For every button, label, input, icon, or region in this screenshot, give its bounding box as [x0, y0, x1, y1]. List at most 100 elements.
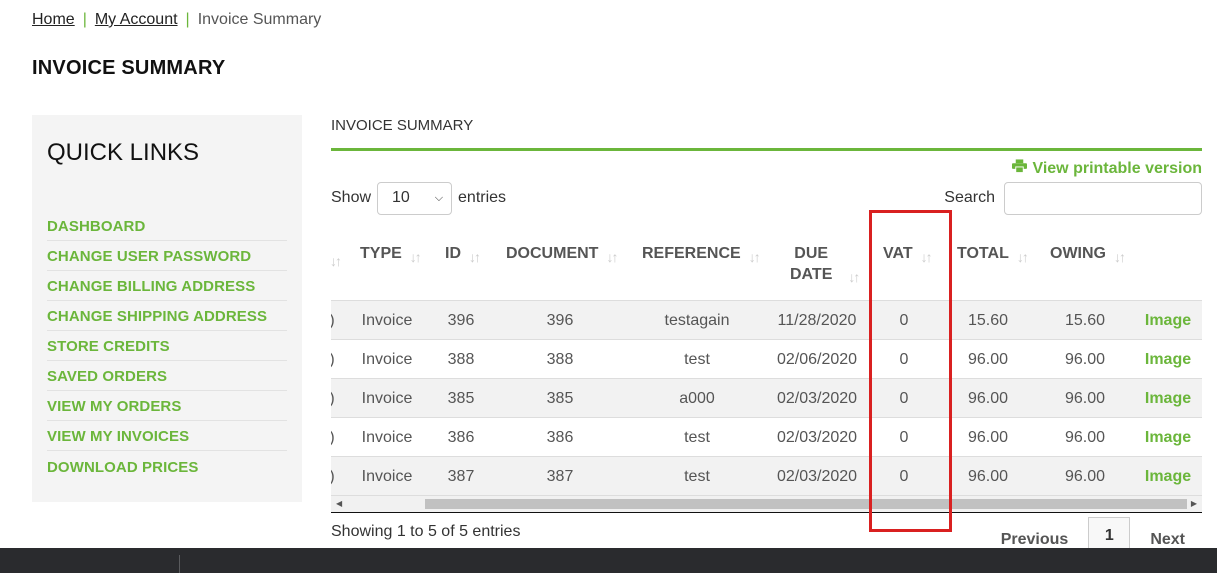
column-header-owing[interactable]: OWING ↓↑ [1050, 243, 1126, 268]
cell-reference: testagain [664, 311, 730, 329]
cell-due-date: 02/03/2020 [776, 467, 858, 485]
invoice-table: ↓↑ TYPE ↓↑ ID ↓↑ DOCUMENT ↓↑ REFERENCE ↓↑ DU… [331, 223, 1202, 513]
sidebar-item-change-billing: CHANGE BILLING ADDRESS [47, 271, 287, 301]
sidebar-item-store-credits: STORE CREDITS [47, 331, 287, 361]
sort-icon: ↓↑ [606, 249, 618, 265]
cell-owing: 96.00 [1064, 428, 1106, 446]
image-link[interactable]: Image [1138, 379, 1198, 418]
table-body: ) Invoice 396 396 testagain 11/28/2020 0… [331, 301, 1202, 496]
image-link[interactable]: Image [1138, 340, 1198, 379]
scroll-right-arrow-icon[interactable]: ▶ [1191, 499, 1197, 508]
sidebar-item-change-password: CHANGE USER PASSWORD [47, 241, 287, 271]
cell-total: 96.00 [967, 389, 1009, 407]
breadcrumb-home-link[interactable]: Home [32, 11, 75, 29]
cell-id: 396 [447, 311, 475, 329]
table-row: ) Invoice 386 386 test 02/03/2020 0 96.0… [331, 418, 1202, 457]
sidebar-link[interactable]: DASHBOARD [47, 218, 145, 235]
cell-due-date: 11/28/2020 [777, 311, 857, 329]
sort-icon: ↓↑ [469, 249, 481, 265]
sidebar-item-change-shipping: CHANGE SHIPPING ADDRESS [47, 301, 287, 331]
sidebar-link[interactable]: VIEW MY INVOICES [47, 428, 189, 445]
cell-total: 15.60 [967, 311, 1009, 329]
cell-due-date: 02/03/2020 [776, 389, 858, 407]
cell-document: 387 [546, 467, 574, 485]
view-printable-label: View printable version [1032, 159, 1202, 177]
sort-icon: ↓↑ [848, 269, 860, 285]
scroll-left-arrow-icon[interactable]: ◀ [336, 499, 342, 508]
cell-total: 96.00 [967, 350, 1009, 368]
cell-document: 386 [546, 428, 574, 446]
vat-column-highlight [869, 210, 952, 532]
table-bottom-border [331, 512, 1202, 513]
cell-owing: 15.60 [1064, 311, 1106, 329]
table-row: ) Invoice 388 388 test 02/06/2020 0 96.0… [331, 340, 1202, 379]
column-header-reference[interactable]: REFERENCE ↓↑ [642, 243, 761, 268]
printer-icon [1012, 159, 1028, 178]
cell-reference: test [684, 350, 710, 368]
entries-label: entries [458, 189, 507, 206]
due-label-line2: DATE [790, 266, 833, 283]
cell-type: Invoice [361, 389, 413, 407]
column-header-total[interactable]: TOTAL ↓↑ [957, 243, 1029, 268]
previous-button[interactable]: Previous [1001, 519, 1069, 549]
cell-owing: 96.00 [1064, 467, 1106, 485]
section-title: INVOICE SUMMARY [331, 115, 1202, 151]
table-info: Showing 1 to 5 of 5 entries [331, 523, 521, 540]
sidebar-list: DASHBOARD CHANGE USER PASSWORD CHANGE BI… [47, 211, 287, 481]
search-label: Search [944, 189, 995, 206]
cell-partial: ) [331, 457, 337, 496]
quick-links-sidebar: QUICK LINKS DASHBOARD CHANGE USER PASSWO… [32, 115, 302, 502]
sort-icon: ↓↑ [1114, 249, 1126, 265]
table-header: ↓↑ TYPE ↓↑ ID ↓↑ DOCUMENT ↓↑ REFERENCE ↓↑ DU… [331, 223, 1202, 301]
image-link[interactable]: Image [1138, 418, 1198, 457]
cell-due-date: 02/06/2020 [776, 350, 858, 368]
cell-type: Invoice [361, 428, 413, 446]
sidebar-link[interactable]: CHANGE USER PASSWORD [47, 248, 251, 265]
taskbar-divider [179, 555, 180, 573]
sidebar-link[interactable]: CHANGE BILLING ADDRESS [47, 278, 255, 295]
cell-total: 96.00 [967, 467, 1009, 485]
column-header-id[interactable]: ID ↓↑ [445, 243, 481, 268]
image-link[interactable]: Image [1138, 457, 1198, 496]
sidebar-title: QUICK LINKS [47, 139, 200, 166]
sidebar-item-saved-orders: SAVED ORDERS [47, 361, 287, 391]
search-input[interactable] [1004, 181, 1202, 215]
cell-owing: 96.00 [1064, 350, 1106, 368]
sidebar-item-download-prices: DOWNLOAD PRICES [47, 451, 287, 481]
page-size-value: 10 [392, 189, 410, 206]
cell-partial: ) [331, 301, 337, 340]
cell-owing: 96.00 [1064, 389, 1106, 407]
chevron-down-icon: ⌵ [434, 191, 444, 204]
column-header-due-date[interactable]: DUE DATE ↓↑ [790, 243, 860, 288]
cell-document: 388 [546, 350, 574, 368]
cell-type: Invoice [361, 311, 413, 329]
sidebar-link[interactable]: VIEW MY ORDERS [47, 398, 181, 415]
page-size-select[interactable]: 10 ⌵ [377, 181, 453, 215]
sidebar-link[interactable]: SAVED ORDERS [47, 368, 167, 385]
column-header-document[interactable]: DOCUMENT ↓↑ [506, 243, 618, 268]
column-header-type[interactable]: TYPE ↓↑ [360, 243, 422, 268]
horizontal-scrollbar[interactable]: ◀ ▶ [331, 496, 1202, 512]
image-link[interactable]: Image [1138, 301, 1198, 340]
sidebar-item-view-orders: VIEW MY ORDERS [47, 391, 287, 421]
breadcrumb-separator: | [185, 11, 190, 28]
sort-icon: ↓↑ [409, 249, 422, 265]
sidebar-link[interactable]: STORE CREDITS [47, 338, 170, 355]
sort-icon[interactable]: ↓↑ [331, 247, 342, 272]
search-control: Search [944, 181, 1202, 215]
next-button[interactable]: Next [1150, 519, 1185, 549]
cell-type: Invoice [361, 350, 413, 368]
cell-partial: ) [331, 340, 337, 379]
cell-document: 396 [546, 311, 574, 329]
taskbar [0, 548, 1217, 573]
breadcrumb-account-link[interactable]: My Account [95, 11, 178, 29]
page-1-button[interactable]: 1 [1088, 517, 1131, 551]
scrollbar-thumb[interactable] [425, 499, 1187, 509]
invoice-summary-panel: INVOICE SUMMARY View printable version S… [331, 115, 1202, 551]
table-controls: Show 10 ⌵ entries Search [331, 181, 1202, 215]
view-printable-link[interactable]: View printable version [1012, 159, 1202, 178]
sidebar-link[interactable]: DOWNLOAD PRICES [47, 459, 199, 476]
sidebar-link[interactable]: CHANGE SHIPPING ADDRESS [47, 308, 267, 325]
cell-total: 96.00 [967, 428, 1009, 446]
cell-due-date: 02/03/2020 [776, 428, 858, 446]
